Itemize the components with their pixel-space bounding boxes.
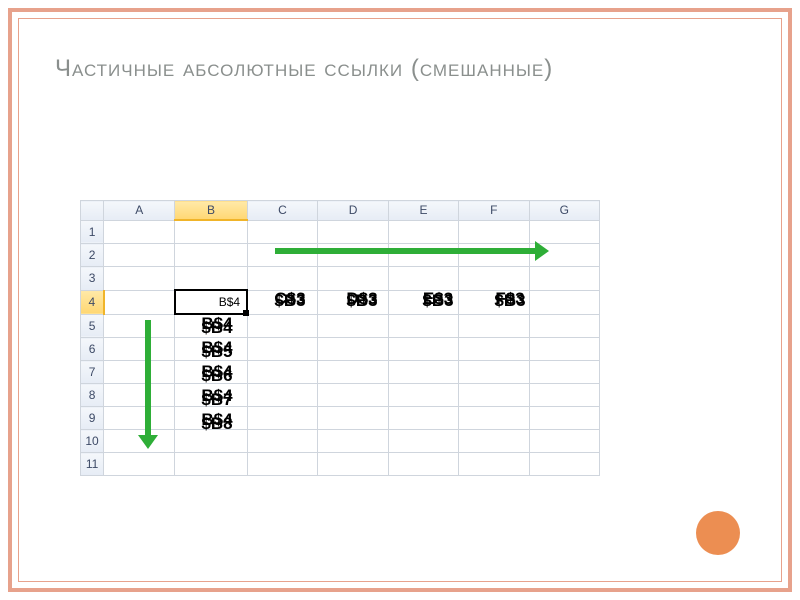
row-header-4: 4 [81, 290, 104, 314]
spreadsheet-fragment: A B C D E F G 1 2 3 4 B$4 5 6 7 8 9 10 1… [80, 200, 600, 476]
overlay-r9: B$4 $B8 [201, 411, 232, 431]
row-header-2: 2 [81, 244, 104, 267]
overlay-e-b: $B3 [422, 292, 453, 308]
row-header-10: 10 [81, 430, 104, 453]
fill-handle [243, 310, 249, 316]
row-header-1: 1 [81, 220, 104, 244]
overlay-r5-b: $B4 [201, 319, 232, 335]
drag-right-arrow [275, 248, 535, 254]
overlay-d: D$3 $B3 [346, 290, 377, 308]
overlay-r8: B$4 $B7 [201, 387, 232, 407]
row-header-6: 6 [81, 338, 104, 361]
overlay-e: E$3 $B3 [422, 290, 453, 308]
overlay-r6: B$4 $B5 [201, 339, 232, 359]
overlay-r7: B$4 $B6 [201, 363, 232, 383]
spreadsheet-grid: A B C D E F G 1 2 3 4 B$4 5 6 7 8 9 10 1… [80, 200, 600, 476]
row-header-3: 3 [81, 267, 104, 291]
col-header-G: G [529, 201, 599, 221]
overlay-c: C$3 $B3 [274, 290, 305, 308]
overlay-r8-b: $B7 [201, 391, 232, 407]
overlay-r5: B$4 $B4 [201, 315, 232, 335]
selected-cell-value: B$4 [176, 295, 246, 309]
col-header-E: E [388, 201, 458, 221]
col-header-C: C [247, 201, 318, 221]
corner-cell [81, 201, 104, 221]
overlay-r9-b: $B8 [201, 415, 232, 431]
overlay-r6-b: $B5 [201, 343, 232, 359]
overlay-c-b: $B3 [274, 292, 305, 308]
overlay-f-b: $B3 [494, 292, 525, 308]
page-indicator-dot [696, 511, 740, 555]
overlay-f: F$3 $B3 [494, 290, 525, 308]
overlay-r7-b: $B6 [201, 367, 232, 383]
col-header-F: F [459, 201, 529, 221]
drag-down-arrow [145, 320, 151, 435]
row-header-7: 7 [81, 361, 104, 384]
row-header-8: 8 [81, 384, 104, 407]
row-header-5: 5 [81, 314, 104, 338]
col-header-B: B [175, 201, 247, 221]
selected-cell-B4: B$4 [175, 290, 247, 314]
col-header-D: D [318, 201, 388, 221]
col-header-A: A [104, 201, 175, 221]
slide-title: Частичные абсолютные ссылки (смешанные) [55, 55, 760, 83]
row-header-9: 9 [81, 407, 104, 430]
overlay-d-b: $B3 [346, 292, 377, 308]
row-header-11: 11 [81, 453, 104, 476]
